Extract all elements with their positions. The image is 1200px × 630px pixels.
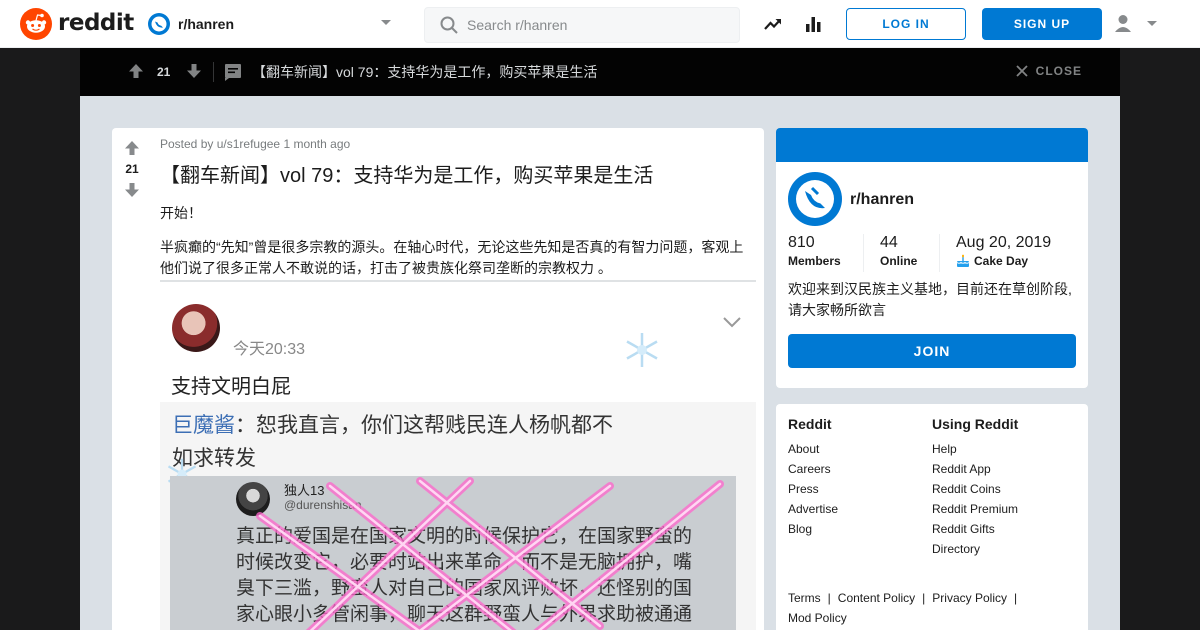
- using-reddit-links-column: Using Reddit Help Reddit App Reddit Coin…: [932, 416, 1018, 562]
- footer-link-press[interactable]: Press: [788, 482, 838, 502]
- subreddit-dropdown[interactable]: r/hanren: [148, 6, 402, 42]
- embed-screenshot: 独人13 @durenshisan 真正的爱国是在国家文明的时候保护它，在国家野…: [170, 476, 736, 630]
- chevron-down-icon: [381, 20, 391, 25]
- online-stat: 44 Online: [880, 234, 917, 268]
- close-button[interactable]: CLOSE: [1016, 64, 1082, 78]
- search-icon: [440, 16, 458, 34]
- footer-links-card: Reddit About Careers Press Advertise Blo…: [776, 404, 1088, 630]
- links-heading: Using Reddit: [932, 416, 1019, 432]
- trending-icon[interactable]: [763, 14, 783, 34]
- community-name[interactable]: r/hanren: [850, 191, 914, 209]
- divider: [213, 62, 214, 82]
- cake-day-date: Aug 20, 2019: [956, 234, 1052, 251]
- footer-link-about[interactable]: About: [788, 442, 838, 462]
- search-bar[interactable]: [424, 7, 740, 43]
- post-title: 【翻车新闻】vol 79：支持华为是工作，购买苹果是生活: [160, 165, 654, 187]
- cake-icon: [956, 254, 970, 267]
- chevron-down-icon: [723, 317, 741, 328]
- embed-quote-name: 巨魔酱: [172, 414, 235, 437]
- post-bar-title: 【翻车新闻】vol 79：支持华为是工作，购买苹果是生活: [252, 64, 598, 80]
- footer-link-mod-policy[interactable]: Mod Policy: [788, 611, 847, 625]
- legal-links: Terms | Content Policy | Privacy Policy | Mod …: [788, 588, 1080, 628]
- upvote-arrow-icon[interactable]: [124, 140, 140, 156]
- online-count: 44: [880, 234, 898, 251]
- footer-link-reddit-coins[interactable]: Reddit Coins: [932, 482, 1018, 502]
- post-card: 21 Posted by u/s1refugee 1 month ago 【翻车…: [112, 128, 764, 630]
- footer-link-blog[interactable]: Blog: [788, 522, 838, 542]
- close-icon: [1016, 65, 1028, 77]
- upvote-arrow-icon[interactable]: [128, 63, 144, 79]
- close-label: CLOSE: [1035, 64, 1082, 78]
- community-description: 欢迎来到汉民族主义基地，目前还在草创阶段,请大家畅所欲言: [788, 281, 1072, 318]
- online-label: Online: [880, 254, 918, 268]
- post-bar-score: 21: [157, 65, 171, 79]
- text-post-icon: [225, 64, 241, 81]
- members-count: 810: [788, 234, 815, 251]
- downvote-arrow-icon[interactable]: [124, 182, 140, 198]
- reddit-wordmark[interactable]: reddit: [58, 10, 134, 36]
- footer-link-reddit-app[interactable]: Reddit App: [932, 462, 1018, 482]
- footer-link-privacy-policy[interactable]: Privacy Policy: [932, 591, 1007, 605]
- post-image[interactable]: 今天20:33 支持文明白屁 巨魔酱：恕我直言，你们这帮贱民连人杨帆都不如求转发…: [160, 280, 756, 630]
- join-button[interactable]: JOIN: [788, 334, 1076, 368]
- posted-by-label: Posted by: [160, 137, 214, 151]
- about-community-card: r/hanren 810 Members 44 Online Aug 20, 2…: [776, 128, 1088, 388]
- stats-icon[interactable]: [803, 14, 823, 34]
- subreddit-icon: [148, 13, 170, 35]
- stat-divider: [939, 234, 940, 272]
- embed-quote-body: ：恕我直言，你们这帮贱民连人杨帆都不如求转发: [172, 414, 613, 470]
- embed-quote-text: 巨魔酱：恕我直言，你们这帮贱民连人杨帆都不如求转发: [172, 409, 632, 475]
- subreddit-name: r/hanren: [178, 16, 235, 32]
- community-banner: [776, 128, 1088, 162]
- members-label: Members: [788, 254, 841, 268]
- links-heading: Reddit: [788, 416, 832, 432]
- reddit-logo-icon[interactable]: [20, 8, 52, 40]
- cake-day-row: Cake Day: [956, 254, 1051, 268]
- post-modal-bar: 21 【翻车新闻】vol 79：支持华为是工作，购买苹果是生活 CLOSE: [80, 48, 1120, 96]
- link-separator: |: [1013, 591, 1018, 605]
- cake-day-label: Cake Day: [974, 254, 1029, 268]
- embed-avatar: [172, 304, 220, 352]
- post-age[interactable]: 1 month ago: [283, 137, 350, 151]
- post-meta: Posted by u/s1refugee 1 month ago: [160, 137, 350, 151]
- footer-link-content-policy[interactable]: Content Policy: [838, 591, 915, 605]
- members-stat: 810 Members: [788, 234, 841, 268]
- subreddit-icon[interactable]: [788, 172, 842, 226]
- footer-link-advertise[interactable]: Advertise: [788, 502, 838, 522]
- stat-divider: [863, 234, 864, 272]
- embed-title: 支持文明白屁: [171, 376, 291, 398]
- sign-up-button[interactable]: SIGN UP: [982, 8, 1102, 40]
- vote-column: 21: [112, 136, 152, 198]
- post-author-link[interactable]: u/s1refugee: [217, 137, 280, 151]
- footer-link-careers[interactable]: Careers: [788, 462, 838, 482]
- downvote-arrow-icon[interactable]: [186, 63, 202, 79]
- cake-day-stat: Aug 20, 2019 Cake Day: [956, 234, 1051, 268]
- link-separator: |: [922, 591, 926, 605]
- log-in-button[interactable]: LOG IN: [846, 8, 966, 40]
- link-separator: |: [827, 591, 831, 605]
- post-paragraph: 半疯癫的“先知”曾是很多宗教的源头。在轴心时代，无论这些先知是否真的有智力问题，…: [160, 239, 744, 276]
- embed-quote: 巨魔酱：恕我直言，你们这帮贱民连人杨帆都不如求转发 独人13 @durenshi…: [160, 402, 756, 630]
- footer-link-directory[interactable]: Directory: [932, 542, 1018, 562]
- post-paragraph: 开始！: [160, 205, 202, 221]
- footer-link-reddit-gifts[interactable]: Reddit Gifts: [932, 522, 1018, 542]
- footer-link-terms[interactable]: Terms: [788, 591, 821, 605]
- embed-timestamp: 今天20:33: [233, 341, 306, 358]
- snowflake-icon: [626, 333, 658, 367]
- user-menu-icon[interactable]: [1112, 12, 1162, 36]
- post-score: 21: [125, 162, 139, 176]
- search-input[interactable]: [467, 17, 727, 33]
- pink-cross-marks: [256, 477, 724, 630]
- footer-link-reddit-premium[interactable]: Reddit Premium: [932, 502, 1018, 522]
- top-header: reddit r/hanren LOG IN SIGN UP: [0, 0, 1200, 48]
- footer-link-help[interactable]: Help: [932, 442, 1018, 462]
- reddit-links-column: Reddit About Careers Press Advertise Blo…: [788, 416, 838, 542]
